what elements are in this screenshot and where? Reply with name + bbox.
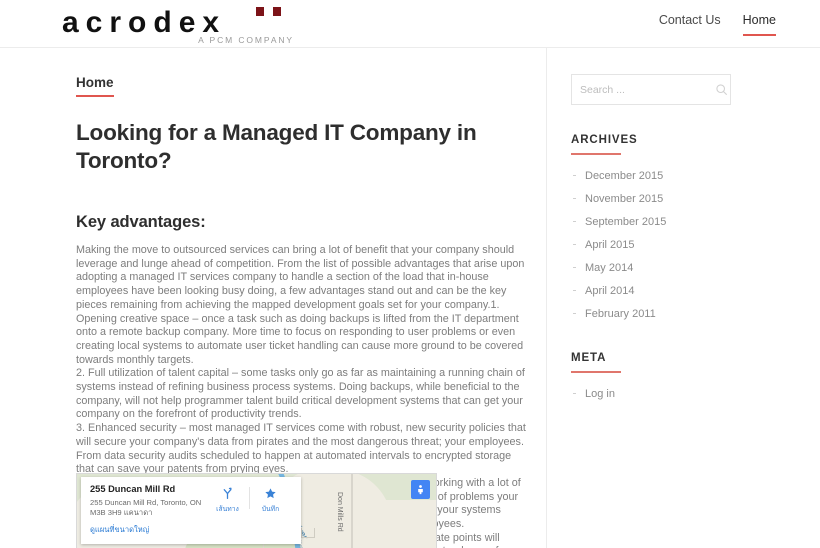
site-header: acrodex A PCM COMPANY Contact Us Home [0,0,820,48]
map-card-address-line2: M3B 3H9 แคนาดา [90,507,153,517]
logo-dots-icon [256,7,292,16]
map-info-card[interactable]: 255 Duncan Mill Rd 255 Duncan Mill Rd, T… [81,477,301,545]
map-card-address: 255 Duncan Mill Rd, Toronto, ON M3B 3H9 … [90,498,206,517]
google-map-embed[interactable]: Don River Little Don River Trail Don Mil… [76,473,437,548]
logo-tagline: A PCM COMPANY [198,35,294,45]
paragraph: 2. Full utilization of talent capital – … [76,367,525,421]
sidebar: ARCHIVES December 2015 November 2015 Sep… [547,74,820,548]
page-body: Home Looking for a Managed IT Company in… [0,48,820,548]
archive-item[interactable]: April 2014 [571,284,800,307]
directions-label: เส้นทาง [216,506,239,513]
nav-link-home[interactable]: Home [742,13,776,36]
save-button[interactable]: บันทึก [249,486,292,536]
archive-item[interactable]: February 2011 [571,307,800,330]
breadcrumb[interactable]: Home [76,75,114,97]
street-view-pegman-icon[interactable] [411,480,430,499]
map-road-don-mills [351,474,353,548]
nav-link-contact-us[interactable]: Contact Us [659,13,721,34]
meta-item-log-in[interactable]: Log in [571,387,800,410]
widget-title-archives: ARCHIVES [571,134,638,146]
star-icon [249,486,292,501]
map-road-spur [301,528,315,538]
view-larger-map-link[interactable]: ดูแผนที่ขนาดใหญ่ [90,524,206,536]
archive-item[interactable]: April 2015 [571,238,800,261]
search-input[interactable] [580,83,715,96]
map-landmass [373,500,436,548]
search-icon[interactable] [715,83,728,96]
directions-button[interactable]: เส้นทาง [206,486,249,536]
widget-title-meta: META [571,352,607,364]
widget-meta: META Log in [571,352,800,410]
search-box[interactable] [571,74,731,105]
directions-icon [206,486,249,501]
map-card-actions: เส้นทาง บันทึก [206,484,292,536]
archive-item[interactable]: November 2015 [571,192,800,215]
archive-item[interactable]: September 2015 [571,215,800,238]
widget-archives: ARCHIVES December 2015 November 2015 Sep… [571,134,800,330]
meta-list: Log in [571,387,800,410]
archive-item[interactable]: May 2014 [571,261,800,284]
paragraph: Making the move to outsourced services c… [76,244,525,366]
section-heading: Key advantages: [76,213,206,231]
main-nav: Contact Us Home [659,13,776,36]
widget-rule [571,153,621,155]
save-label: บันทึก [261,506,280,513]
page-title: Looking for a Managed IT Company in Toro… [76,120,477,173]
archive-item[interactable]: December 2015 [571,169,800,192]
site-logo[interactable]: acrodex A PCM COMPANY [62,2,294,46]
widget-rule [571,371,621,373]
archives-list: December 2015 November 2015 September 20… [571,169,800,330]
map-label-don-mills-rd: Don Mills Rd [336,492,343,532]
main-content: Home Looking for a Managed IT Company in… [0,74,546,548]
paragraph: 3. Enhanced security – most managed IT s… [76,422,526,476]
map-card-title: 255 Duncan Mill Rd [90,484,176,494]
map-card-address-line1: 255 Duncan Mill Rd, Toronto, ON [90,498,202,507]
